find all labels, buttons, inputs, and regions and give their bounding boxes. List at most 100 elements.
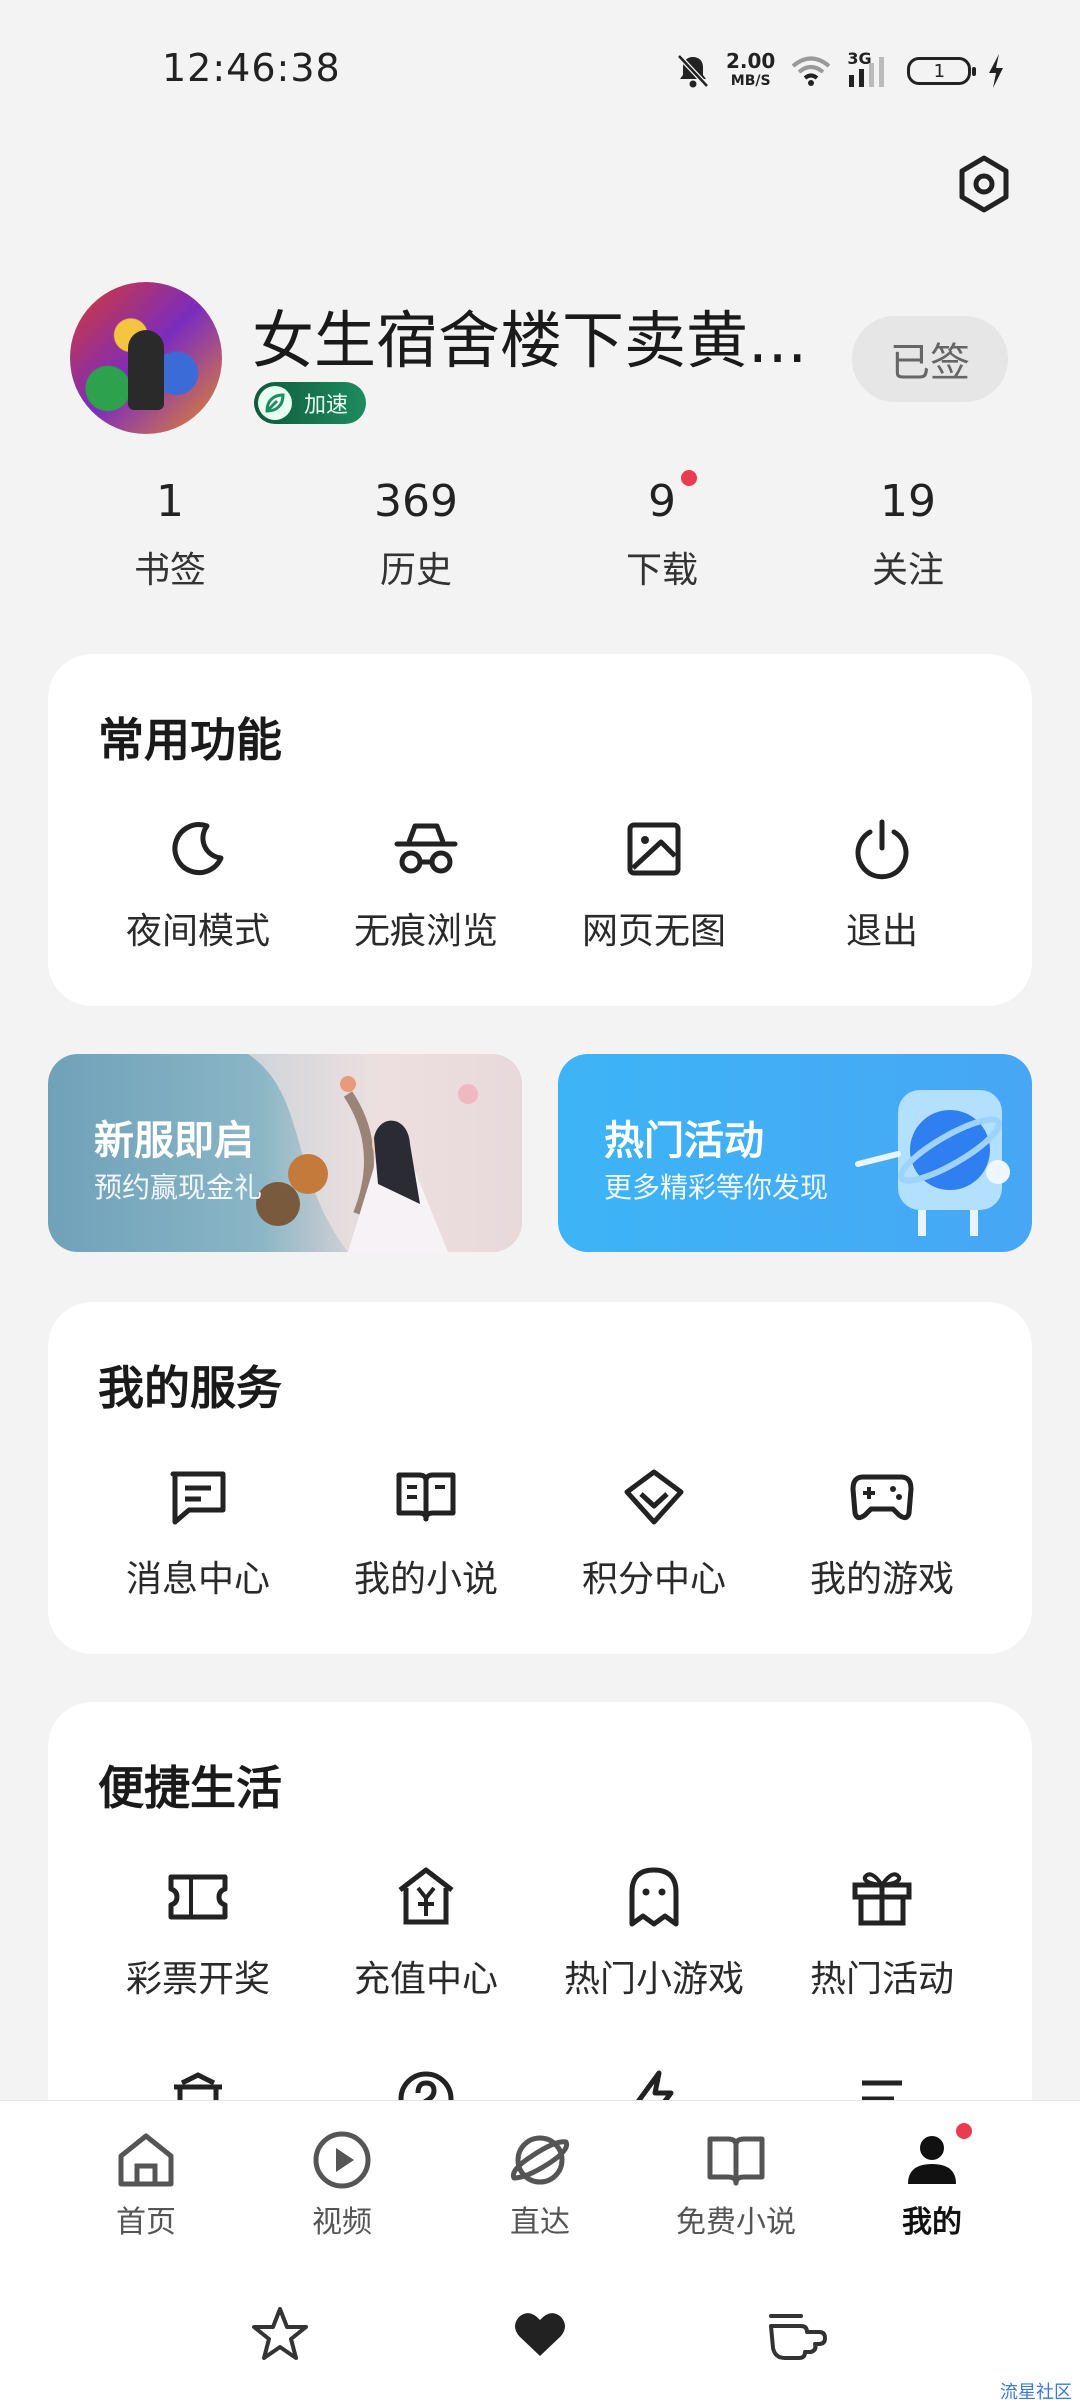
signal-icon: [849, 57, 885, 87]
yen-house-icon: [391, 1862, 461, 1932]
item-label: 退出: [845, 911, 918, 952]
stat-following[interactable]: 19 关注: [828, 476, 988, 593]
play-icon: [309, 2127, 375, 2193]
ticket-icon: [163, 1862, 233, 1932]
incognito-button[interactable]: 无痕浏览: [312, 814, 540, 954]
moon-icon: [163, 814, 233, 884]
stat-label: 历史: [379, 550, 452, 591]
stat-label: 关注: [871, 550, 944, 591]
stat-value: 9: [648, 476, 676, 527]
net-speed-unit: MB/S: [730, 73, 771, 89]
nav-direct[interactable]: 直达: [440, 2127, 640, 2241]
stat-downloads[interactable]: 9 下载: [582, 476, 742, 593]
avatar-figure: [128, 330, 164, 410]
nav-mine[interactable]: 我的: [832, 2127, 1032, 2241]
item-label: 热门小游戏: [563, 1959, 744, 2000]
speed-badge-label: 加速: [304, 393, 349, 418]
nav-label: 视频: [312, 2205, 372, 2240]
open-book-icon: [703, 2127, 769, 2193]
item-label: 无痕浏览: [353, 911, 498, 952]
card-title: 我的服务: [98, 1361, 282, 1415]
night-mode-button[interactable]: 夜间模式: [84, 814, 312, 954]
my-games-button[interactable]: 我的游戏: [768, 1462, 996, 1602]
points-center-button[interactable]: 积分中心: [540, 1462, 768, 1602]
my-services-card: 我的服务 消息中心 我的小说 积分中心 我的游戏: [48, 1302, 1032, 1654]
stat-label: 下载: [625, 550, 698, 591]
item-label: 积分中心: [581, 1559, 726, 1600]
item-label: 我的小说: [353, 1559, 498, 1600]
planet-icon: [507, 2127, 573, 2193]
star-icon: [252, 2307, 308, 2360]
battery-icon: 1: [907, 57, 977, 85]
banner-title: 新服即启: [94, 1118, 254, 1164]
message-center-button[interactable]: 消息中心: [84, 1462, 312, 1602]
watermark: 流星社区: [1000, 2382, 1072, 2400]
settings-icon: [959, 155, 1009, 213]
mine-notification-dot: [956, 2123, 972, 2139]
mute-bell-icon: [677, 54, 709, 88]
common-functions-card: 常用功能 夜间模式 无痕浏览 网页无图 退出: [48, 654, 1032, 1006]
hot-activity-banner[interactable]: 热门活动 更多精彩等你发现: [558, 1054, 1032, 1252]
person-icon: [899, 2127, 965, 2193]
gesture-button[interactable]: [766, 2302, 830, 2366]
bottom-nav: 首页 视频 直达 免费小说 我的: [0, 2100, 1080, 2260]
stat-value: 1: [156, 476, 184, 527]
home-icon: [113, 2127, 179, 2193]
pointing-hand-icon: [769, 2314, 827, 2360]
wifi-icon: [792, 56, 831, 86]
stat-history[interactable]: 369 历史: [336, 476, 496, 593]
signed-button[interactable]: 已签: [852, 316, 1008, 402]
book-icon: [391, 1462, 461, 1532]
card-title: 便捷生活: [98, 1761, 282, 1815]
cell-signal: 3G: [847, 49, 891, 89]
exit-button[interactable]: 退出: [768, 814, 996, 954]
nav-label: 我的: [902, 2205, 962, 2240]
recharge-center-button[interactable]: 充值中心: [312, 1862, 540, 2002]
diamond-icon: [619, 1462, 689, 1532]
banner-title: 热门活动: [604, 1118, 764, 1164]
banner-subtitle: 更多精彩等你发现: [604, 1171, 829, 1204]
nav-video[interactable]: 视频: [242, 2127, 442, 2241]
my-novels-button[interactable]: 我的小说: [312, 1462, 540, 1602]
stat-value: 19: [880, 476, 936, 527]
net-speed: 2.00 MB/S: [726, 51, 775, 91]
gamepad-icon: [847, 1462, 917, 1532]
hot-activity-button[interactable]: 热门活动: [768, 1862, 996, 2002]
download-notification-dot: [681, 470, 697, 486]
banner-subtitle: 预约赢现金礼: [94, 1171, 263, 1204]
status-time: 12:46:38: [162, 46, 341, 90]
speed-leaf-icon: [258, 386, 292, 420]
charging-bolt-icon: [989, 54, 1004, 88]
username[interactable]: 女生宿舍楼下卖黄...: [252, 290, 812, 380]
nav-label: 免费小说: [676, 2205, 796, 2240]
item-label: 网页无图: [581, 911, 726, 952]
item-label: 我的游戏: [809, 1559, 954, 1600]
nav-label: 首页: [116, 2205, 176, 2240]
like-button[interactable]: [508, 2302, 572, 2366]
avatar[interactable]: [70, 282, 222, 434]
power-icon: [847, 814, 917, 884]
nav-label: 直达: [510, 2205, 570, 2240]
gift-icon: [847, 1862, 917, 1932]
image-icon: [619, 814, 689, 884]
status-icons: 2.00 MB/S 3G 1: [676, 46, 1005, 96]
card-title: 常用功能: [98, 713, 282, 767]
net-speed-value: 2.00: [726, 49, 776, 73]
battery-level: 1: [933, 60, 946, 82]
heart-icon: [515, 2313, 565, 2356]
lottery-button[interactable]: 彩票开奖: [84, 1862, 312, 2002]
stat-value: 369: [374, 476, 458, 527]
settings-button[interactable]: [954, 154, 1014, 214]
mini-games-button[interactable]: 热门小游戏: [540, 1862, 768, 2002]
speed-badge[interactable]: 加速: [254, 382, 367, 424]
new-server-banner[interactable]: 新服即启 预约赢现金礼: [48, 1054, 522, 1252]
stat-bookmarks[interactable]: 1 书签: [90, 476, 250, 593]
item-label: 充值中心: [353, 1959, 498, 2000]
incognito-icon: [391, 814, 461, 884]
nav-home[interactable]: 首页: [46, 2127, 246, 2241]
item-label: 消息中心: [125, 1559, 270, 1600]
message-icon: [163, 1462, 233, 1532]
no-image-button[interactable]: 网页无图: [540, 814, 768, 954]
nav-free-novels[interactable]: 免费小说: [636, 2127, 836, 2241]
favorites-button[interactable]: [248, 2302, 312, 2366]
